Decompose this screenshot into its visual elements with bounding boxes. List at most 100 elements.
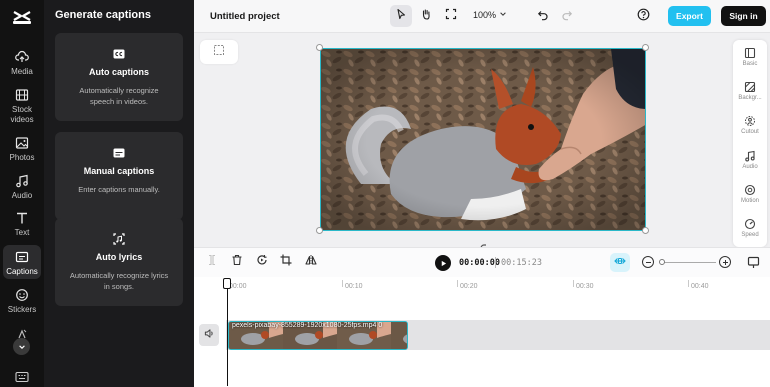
zoom-dropdown[interactable]: 100% — [473, 10, 507, 20]
card-title: Manual captions — [83, 166, 155, 176]
time-divider — [495, 257, 496, 268]
rail-more-button[interactable] — [13, 338, 30, 355]
resize-handle-top-left[interactable] — [316, 44, 323, 51]
sticker-icon — [15, 288, 29, 302]
rail-item-photos[interactable]: Photos — [3, 136, 41, 162]
flip-button[interactable] — [304, 255, 318, 269]
rail-item-text[interactable]: Text — [3, 211, 41, 237]
zoom-in-icon[interactable] — [719, 256, 731, 268]
prop-label-motion: Motion — [740, 198, 759, 204]
rail-label-audio: Audio — [11, 191, 33, 200]
keyboard-shortcuts-icon[interactable] — [15, 370, 29, 383]
current-time: 00:00:00 — [459, 258, 500, 268]
split-button[interactable] — [205, 254, 219, 269]
resize-handle-bottom-right[interactable] — [642, 227, 649, 234]
help-button[interactable] — [632, 6, 654, 28]
select-tool-button[interactable] — [390, 5, 412, 27]
prop-motion[interactable]: Motion — [733, 184, 767, 204]
playhead-line[interactable] — [227, 278, 228, 386]
prop-background[interactable]: Backgr... — [733, 81, 767, 101]
rail-item-captions[interactable]: Captions — [3, 245, 41, 279]
playhead-handle[interactable] — [223, 278, 231, 289]
prop-audio[interactable]: Audio — [733, 150, 767, 170]
rail-label-text: Text — [14, 228, 30, 237]
motion-icon — [744, 184, 756, 196]
audio-icon — [744, 150, 756, 162]
project-title[interactable]: Untitled project — [210, 11, 280, 22]
fullscreen-button[interactable] — [440, 5, 462, 27]
aspect-ratio-icon — [213, 43, 225, 61]
ruler-tick — [342, 280, 343, 287]
prop-label-audio: Audio — [742, 164, 758, 170]
total-duration: 00:15:23 — [501, 258, 542, 268]
image-icon — [15, 136, 29, 150]
prop-speed[interactable]: Speed — [733, 218, 767, 238]
redo-button[interactable] — [556, 6, 578, 28]
card-title: Auto lyrics — [95, 252, 143, 262]
canvas-area[interactable] — [194, 33, 770, 252]
replace-button[interactable] — [255, 255, 269, 269]
rail-item-stickers[interactable]: Stickers — [3, 288, 41, 314]
speed-icon — [744, 218, 756, 230]
capcut-logo-icon[interactable] — [12, 8, 32, 26]
export-button[interactable]: Export — [668, 6, 711, 26]
auto-lyrics-card[interactable]: Auto lyrics Automatically recognize lyri… — [55, 218, 183, 306]
track-mute-button[interactable] — [199, 324, 219, 346]
undo-icon — [537, 8, 549, 26]
card-description: Automatically recognize speech in videos… — [79, 86, 159, 106]
prop-label-speed: Speed — [741, 232, 759, 238]
timeline-zoom-slider[interactable] — [659, 259, 665, 265]
hand-tool-button[interactable] — [415, 5, 437, 27]
rail-item-media[interactable]: Media — [3, 50, 41, 76]
effects-icon[interactable] — [15, 326, 29, 339]
background-icon — [744, 81, 756, 93]
timeline-zoom-track[interactable] — [661, 262, 716, 263]
crop-button[interactable] — [279, 254, 293, 269]
ruler-tick — [573, 280, 574, 287]
aspect-ratio-button[interactable] — [200, 40, 238, 64]
manual-captions-card[interactable]: Manual captions Enter captions manually. — [55, 132, 183, 220]
timeline-toolbar: 00:00:00 00:15:23 — [194, 247, 770, 277]
magnet-snap-button[interactable] — [610, 253, 630, 272]
ruler-label: 00:20 — [460, 283, 478, 290]
card-description: Enter captions manually. — [78, 185, 160, 194]
replace-icon — [256, 253, 268, 271]
hand-icon — [420, 7, 432, 25]
ruler-label: 00:30 — [576, 283, 594, 290]
music-note-icon — [15, 174, 29, 188]
cutout-icon — [744, 115, 756, 127]
canvas-tool-group — [390, 5, 462, 27]
video-preview[interactable] — [320, 48, 646, 231]
rail-item-stock-videos[interactable]: Stock videos — [3, 88, 41, 124]
clip-duration-mark: 0 — [378, 322, 383, 329]
captions-icon — [15, 250, 29, 264]
timeline[interactable]: 00:00 00:10 00:20 00:30 00:40 pexels-pix… — [194, 277, 770, 387]
rail-item-audio[interactable]: Audio — [3, 174, 41, 200]
video-clip[interactable]: pexels-pixabay-855289-1920x1080-25fps.mp… — [228, 321, 408, 350]
chevron-down-icon — [499, 10, 507, 20]
auto-captions-card[interactable]: Auto captions Automatically recognize sp… — [55, 33, 183, 121]
sign-in-button[interactable]: Sign in — [721, 6, 766, 26]
play-button[interactable] — [435, 255, 451, 271]
resize-handle-bottom-left[interactable] — [316, 227, 323, 234]
ruler-label: 00:10 — [345, 283, 363, 290]
delete-button[interactable] — [230, 254, 244, 269]
prop-cutout[interactable]: Cutout — [733, 115, 767, 135]
undo-button[interactable] — [532, 6, 554, 28]
rail-label-captions: Captions — [6, 267, 38, 276]
top-header: Untitled project 100% Export Sign in — [194, 0, 770, 33]
cursor-icon — [395, 7, 407, 25]
basic-icon — [744, 47, 756, 59]
rail-label-photos: Photos — [9, 153, 35, 162]
video-frame-image — [321, 49, 645, 230]
cloud-upload-icon — [15, 50, 29, 64]
zoom-out-icon[interactable] — [642, 256, 654, 268]
resize-handle-top-right[interactable] — [642, 44, 649, 51]
rail-label-stock-videos: Stock videos — [10, 105, 34, 124]
left-nav-rail: Media Stock videos Photos Audio Text Cap… — [0, 0, 44, 387]
card-description: Automatically recognize lyrics in songs. — [69, 271, 169, 291]
feedback-icon[interactable] — [747, 256, 760, 269]
prop-basic[interactable]: Basic — [733, 47, 767, 67]
properties-rail: Basic Backgr... Cutout Audio Motion Spee… — [733, 40, 767, 247]
video-editor-app: Media Stock videos Photos Audio Text Cap… — [0, 0, 770, 387]
